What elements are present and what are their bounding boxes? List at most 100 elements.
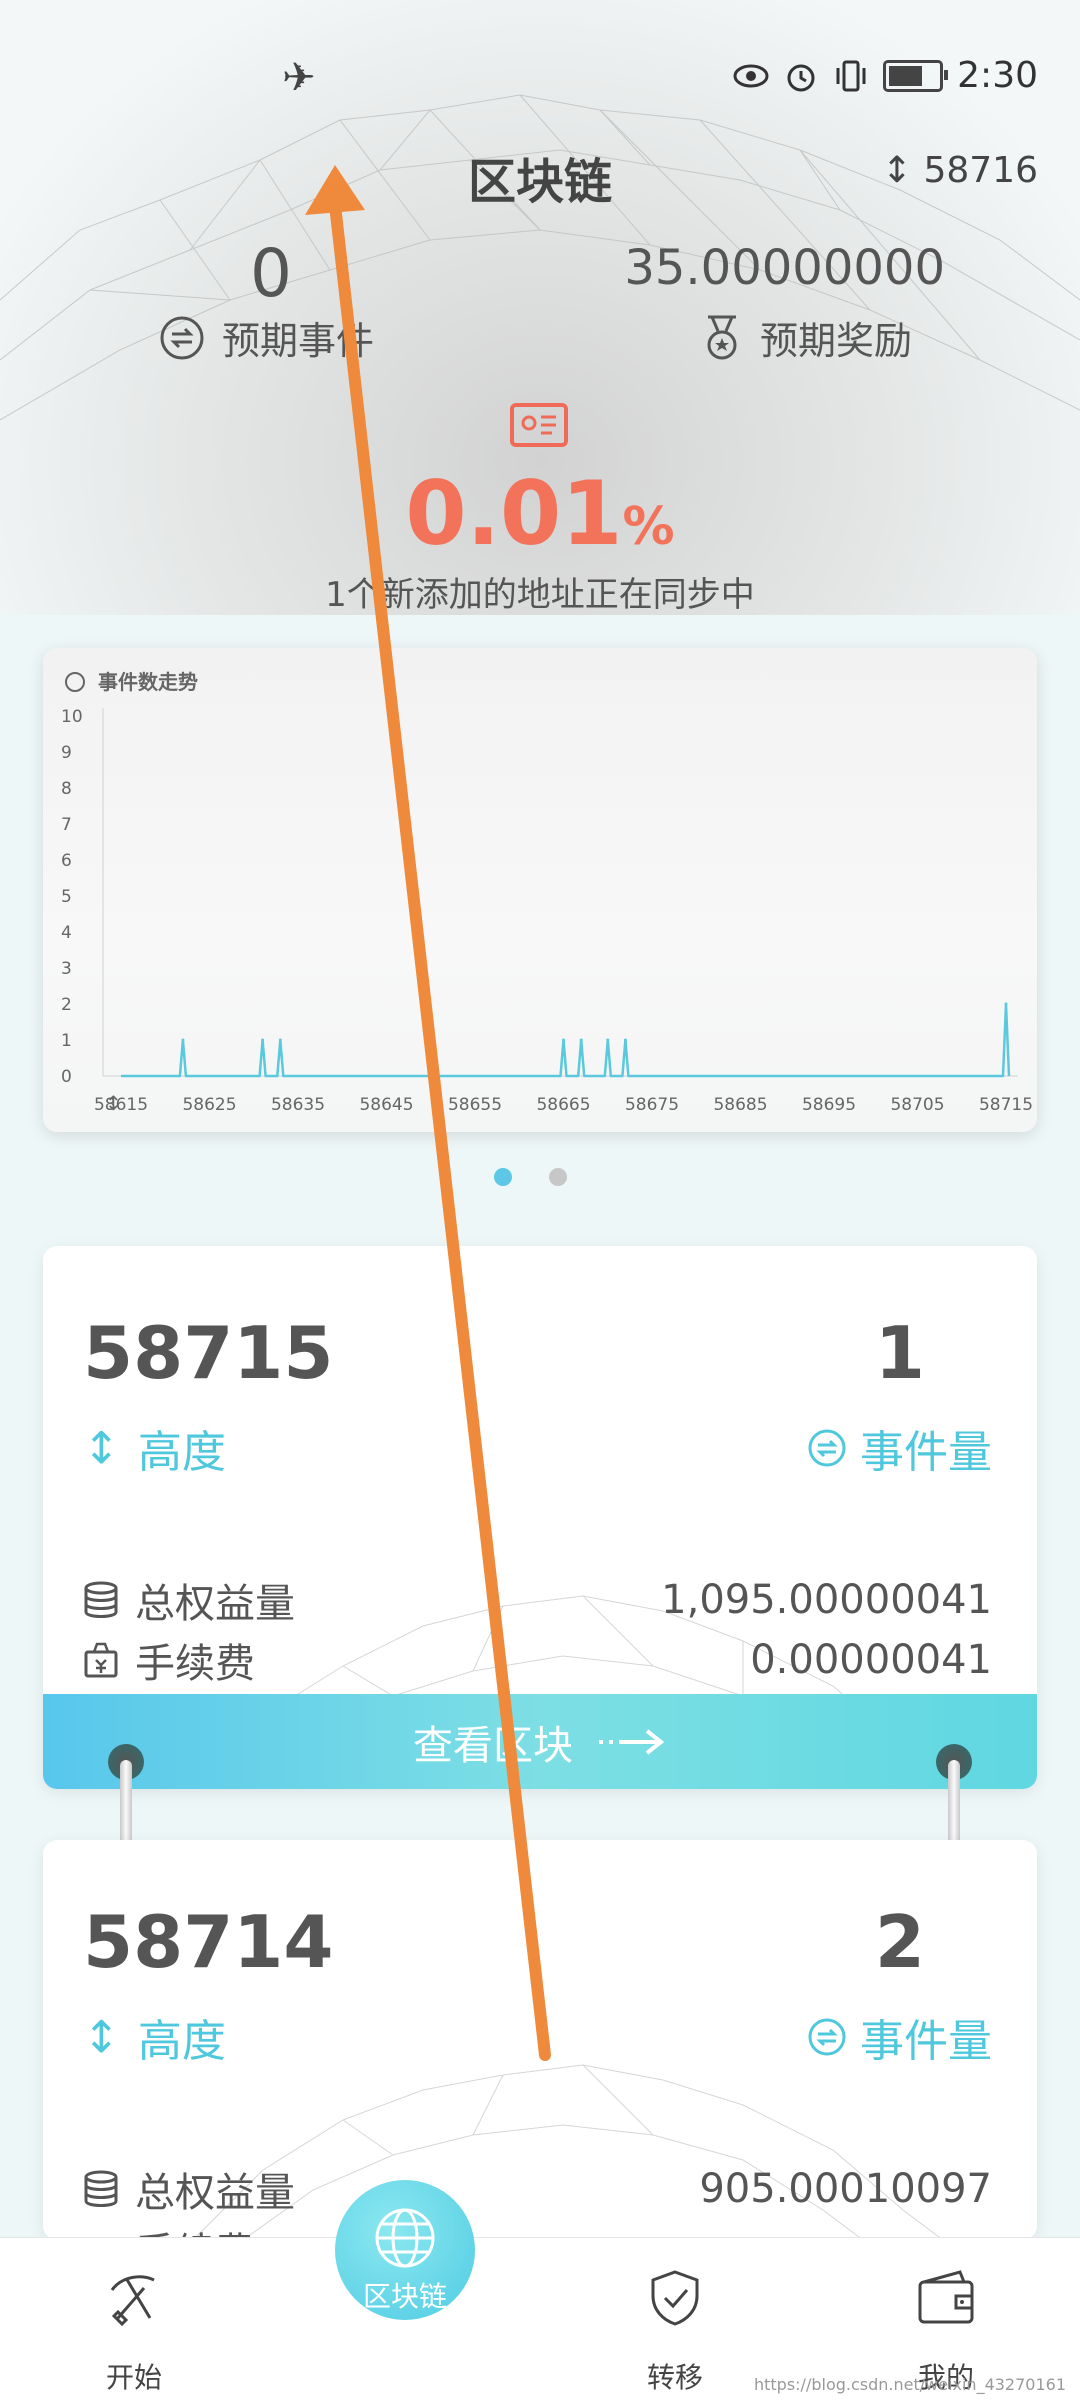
expected-reward-value: 35.00000000 bbox=[624, 240, 945, 296]
expected-events-label: 预期事件 bbox=[158, 310, 374, 365]
x-tick-label: 58695 bbox=[802, 1095, 856, 1115]
total-equity-label: 总权益量 bbox=[135, 2170, 295, 2216]
height-arrow-icon: ↕ bbox=[105, 1091, 122, 1115]
total-equity-value: 1,095.00000041 bbox=[661, 1577, 992, 1623]
block-event-count: 1 bbox=[874, 1311, 925, 1395]
nav-blockchain-label: 区块链 bbox=[362, 2280, 447, 2313]
status-bar: ✈ 2:30 bbox=[0, 55, 1080, 105]
event-trend-chart-card[interactable]: 事件数走势 0 1 2 3 4 5 6 7 8 9 10 58615 58625 58635 58645 586… bbox=[43, 648, 1037, 1132]
fee-label: 手续费 bbox=[135, 1641, 255, 1687]
event-trend-chart: 事件数走势01234567891058615 58625 58635 58645 586… bbox=[61, 670, 1033, 1115]
nav-transfer[interactable]: 转移 bbox=[575, 2238, 775, 2401]
y-tick-label: 10 bbox=[61, 707, 83, 727]
y-tick-label: 6 bbox=[61, 851, 72, 871]
height-label: ↕ 高度 bbox=[83, 2005, 226, 2069]
y-tick-label: 8 bbox=[61, 779, 72, 799]
total-equity-row: 总权益量 905.00010097 bbox=[81, 2160, 992, 2218]
x-tick-label: 58645 bbox=[359, 1095, 413, 1115]
sync-message: 1个新添加的地址正在同步中 bbox=[325, 575, 755, 615]
eye-icon bbox=[733, 64, 769, 87]
total-equity-row: 总权益量 1,095.00000041 bbox=[81, 1571, 992, 1629]
wallet-icon bbox=[918, 2270, 974, 2324]
y-tick-label: 7 bbox=[61, 815, 72, 835]
x-tick-label: 58705 bbox=[890, 1095, 944, 1115]
expected-events-text: 预期事件 bbox=[222, 319, 375, 363]
nav-transfer-label: 转移 bbox=[646, 2361, 703, 2394]
y-tick-label: 0 bbox=[61, 1067, 72, 1087]
x-tick-label: 58635 bbox=[271, 1095, 325, 1115]
data-point bbox=[181, 1038, 185, 1042]
data-point bbox=[278, 1038, 282, 1042]
airplane-mode-icon: ✈ bbox=[282, 55, 316, 101]
event-count-label-text: 事件量 bbox=[860, 1427, 992, 1478]
pickaxe-shovel-icon bbox=[110, 2275, 155, 2327]
watermark: https://blog.csdn.net/weixin_43270161 bbox=[753, 2375, 1066, 2394]
block-card[interactable]: 58714 2 ↕ 高度 事件量 总权益量 905.00010097 手续费 bbox=[43, 1840, 1037, 2240]
shield-check-icon bbox=[651, 2270, 699, 2326]
nav-start[interactable]: 开始 bbox=[34, 2238, 234, 2401]
data-point bbox=[1004, 1002, 1008, 1006]
height-label-text: 高度 bbox=[137, 1427, 226, 1478]
vibrate-icon bbox=[836, 60, 866, 91]
block-height: 58714 bbox=[83, 1900, 334, 1984]
fee-bag-icon bbox=[84, 1642, 118, 1678]
nav-start-label: 开始 bbox=[105, 2361, 162, 2394]
data-point bbox=[579, 1038, 583, 1042]
x-tick-label: 58675 bbox=[625, 1095, 679, 1115]
carousel-dot[interactable] bbox=[549, 1168, 567, 1186]
y-tick-label: 2 bbox=[61, 995, 72, 1015]
sync-percent: 0.01% bbox=[0, 462, 1080, 565]
sync-percent-value: 0.01 bbox=[405, 462, 623, 565]
exchange-icon bbox=[808, 1429, 846, 1467]
fee-value: 0.00000041 bbox=[750, 1637, 992, 1683]
current-height-value: 58716 bbox=[923, 150, 1038, 191]
chart-title: 事件数走势 bbox=[98, 670, 198, 694]
y-tick-label: 9 bbox=[61, 743, 72, 763]
view-block-button[interactable]: 查看区块 bbox=[43, 1694, 1037, 1789]
current-height: ↕ 58716 bbox=[882, 150, 1038, 191]
id-card-icon bbox=[510, 403, 568, 447]
y-tick-label: 5 bbox=[61, 887, 72, 907]
x-tick-label: 58655 bbox=[448, 1095, 502, 1115]
database-icon bbox=[84, 1581, 118, 1618]
sync-percent-unit: % bbox=[622, 497, 675, 557]
database-icon bbox=[84, 2170, 118, 2207]
height-label-text: 高度 bbox=[137, 2016, 226, 2067]
medal-icon bbox=[707, 315, 737, 359]
event-count-label-text: 事件量 bbox=[860, 2016, 992, 2067]
block-height: 58715 bbox=[83, 1311, 334, 1395]
data-point bbox=[562, 1038, 565, 1042]
height-label: ↕ 高度 bbox=[83, 1416, 226, 1480]
battery-icon bbox=[883, 59, 949, 92]
y-tick-label: 3 bbox=[61, 959, 72, 979]
block-event-count: 2 bbox=[874, 1900, 925, 1984]
event-count-label: 事件量 bbox=[806, 2005, 992, 2069]
height-arrow-icon: ↕ bbox=[83, 1422, 120, 1474]
carousel-dot-active[interactable] bbox=[494, 1168, 512, 1186]
total-equity-label: 总权益量 bbox=[135, 1581, 295, 1627]
chart-title-icon bbox=[65, 672, 85, 692]
alarm-icon bbox=[787, 64, 815, 91]
x-tick-label: 58625 bbox=[182, 1095, 236, 1115]
height-arrow-icon: ↕ bbox=[881, 150, 913, 191]
data-point bbox=[261, 1038, 265, 1042]
y-tick-label: 4 bbox=[61, 923, 72, 943]
data-point bbox=[606, 1038, 610, 1042]
expected-reward-label: 预期奖励 bbox=[700, 310, 912, 365]
arrow-right-icon bbox=[599, 1728, 665, 1755]
total-equity-value: 905.00010097 bbox=[699, 2166, 992, 2212]
fee-row: 手续费 0.00000041 bbox=[81, 1631, 992, 1689]
data-point bbox=[623, 1038, 627, 1042]
x-tick-label: 58665 bbox=[536, 1095, 590, 1115]
header-panel: ✈ 2:30 区块链 ↕ 58716 0 35.00000000 预期事件 预期… bbox=[0, 0, 1080, 615]
clock: 2:30 bbox=[957, 55, 1038, 96]
x-tick-label: 58715 bbox=[979, 1095, 1033, 1115]
view-block-label: 查看区块 bbox=[413, 1722, 573, 1769]
y-tick-label: 1 bbox=[61, 1031, 72, 1051]
exchange-icon bbox=[160, 316, 204, 359]
height-arrow-icon: ↕ bbox=[83, 2011, 120, 2063]
expected-events-value: 0 bbox=[250, 235, 292, 312]
expected-reward-text: 预期奖励 bbox=[760, 319, 913, 363]
nav-blockchain[interactable]: 区块链 bbox=[335, 2180, 475, 2320]
event-count-label: 事件量 bbox=[806, 1416, 992, 1480]
